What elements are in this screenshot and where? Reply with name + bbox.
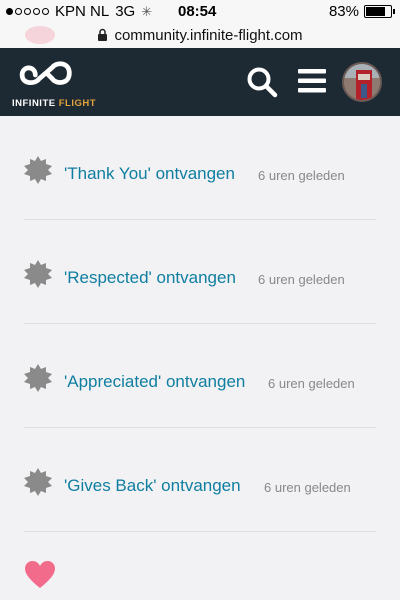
clock: 08:54 [178,3,217,20]
battery-icon [364,5,395,18]
infinity-logo-icon[interactable] [12,58,104,92]
status-left: KPN NL 3G ✳ [6,3,152,20]
notification-item[interactable]: 'Respected' ontvangen 6 uren geleden [24,220,376,324]
badge-icon [24,260,52,288]
network-label: 3G [115,3,136,20]
scrolled-heart-ghost [25,26,55,44]
brand-word: INFINITE [12,98,56,109]
address-bar[interactable]: community.infinite-flight.com [0,22,400,48]
notification-time: 6 uren geleden [268,376,355,391]
badge-icon [24,468,52,496]
search-icon[interactable] [246,66,278,98]
battery-percent: 83% [328,3,359,20]
badge-icon [24,364,52,392]
notification-title[interactable]: 'Appreciated' ontvangen [64,372,245,392]
notification-title[interactable]: 'Respected' ontvangen [64,268,236,288]
status-bar: KPN NL 3G ✳ 08:54 83% [0,0,400,22]
loading-spinner-icon: ✳ [141,3,153,19]
notification-time: 6 uren geleden [258,272,345,287]
notification-item[interactable]: 'Thank You' ontvangen 6 uren geleden [24,116,376,220]
brand-name[interactable]: INFINITE FLIGHT [12,98,96,109]
battery-status: 83% [328,3,395,20]
site-header: INFINITE FLIGHT [0,48,400,116]
carrier-label: KPN NL [55,3,110,20]
notification-title[interactable]: 'Thank You' ontvangen [64,164,235,184]
lock-icon [97,28,108,42]
notification-item[interactable]: 'Gives Back' ontvangen 6 uren geleden [24,428,376,532]
notification-title[interactable]: 'Gives Back' ontvangen [64,476,241,496]
brand-accent: FLIGHT [58,98,97,109]
notification-time: 6 uren geleden [264,480,351,495]
avatar-image [344,64,380,100]
signal-strength-icon [6,8,49,15]
hamburger-menu-icon[interactable] [298,68,326,94]
heart-icon[interactable] [24,560,56,590]
badge-icon [24,156,52,184]
notification-item[interactable]: 'Appreciated' ontvangen 6 uren geleden [24,324,376,428]
notification-time: 6 uren geleden [258,168,345,183]
url-text[interactable]: community.infinite-flight.com [114,27,302,44]
user-avatar[interactable] [342,62,382,102]
